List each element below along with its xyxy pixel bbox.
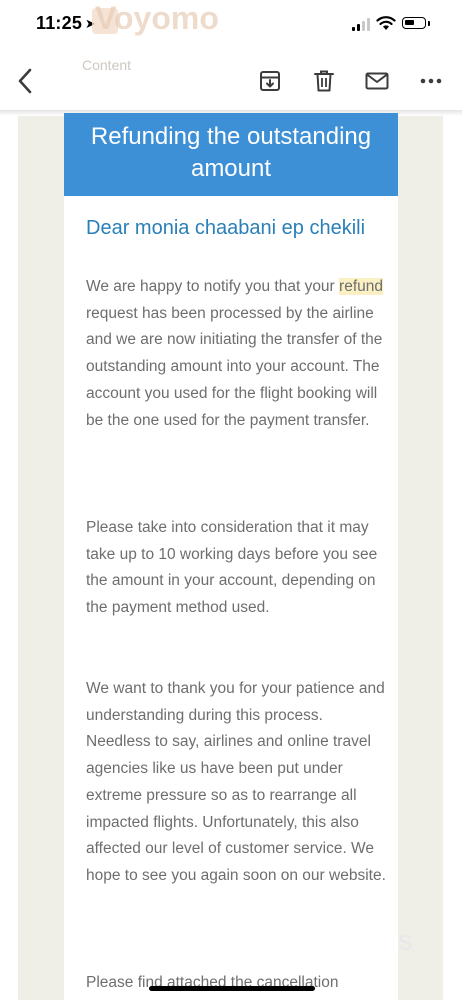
email-header-line2: amount — [190, 155, 272, 182]
archive-button[interactable] — [255, 52, 285, 110]
delete-button[interactable] — [309, 52, 339, 110]
mail-icon — [365, 72, 389, 90]
email-greeting: Dear monia chaabani ep chekili — [86, 217, 366, 239]
email-header-line1: Refunding the outstanding — [90, 123, 372, 150]
email-paragraph-3: We want to thank you for your patience a… — [86, 680, 386, 884]
wifi-icon — [376, 16, 396, 30]
back-button[interactable] — [8, 52, 42, 110]
search-highlight: refund — [339, 278, 383, 295]
email-paragraph-1: We are happy to notify you that your ref… — [86, 278, 383, 429]
battery-icon — [402, 17, 426, 29]
email-toolbar — [0, 52, 462, 110]
archive-icon — [260, 71, 280, 91]
trash-icon — [314, 70, 334, 92]
clock-time: 11:25 — [36, 13, 83, 33]
more-options-button[interactable] — [416, 52, 446, 110]
email-header: Refunding the outstanding amount — [64, 116, 398, 196]
more-horizontal-icon — [420, 78, 442, 84]
brand-name: Voyomo — [95, 0, 219, 36]
mark-unread-button[interactable] — [362, 52, 392, 110]
email-paragraph-2: Please take into consideration that it m… — [86, 519, 378, 617]
email-paragraph-4: Please find attached the cancellation — [86, 974, 339, 991]
cellular-signal-icon — [352, 18, 372, 31]
watermark: S — [398, 930, 413, 955]
status-time: 11:25 ➤ — [36, 13, 96, 34]
home-indicator[interactable] — [149, 986, 315, 991]
status-bar: 11:25 ➤ — [0, 0, 462, 50]
chevron-left-icon — [18, 68, 32, 94]
